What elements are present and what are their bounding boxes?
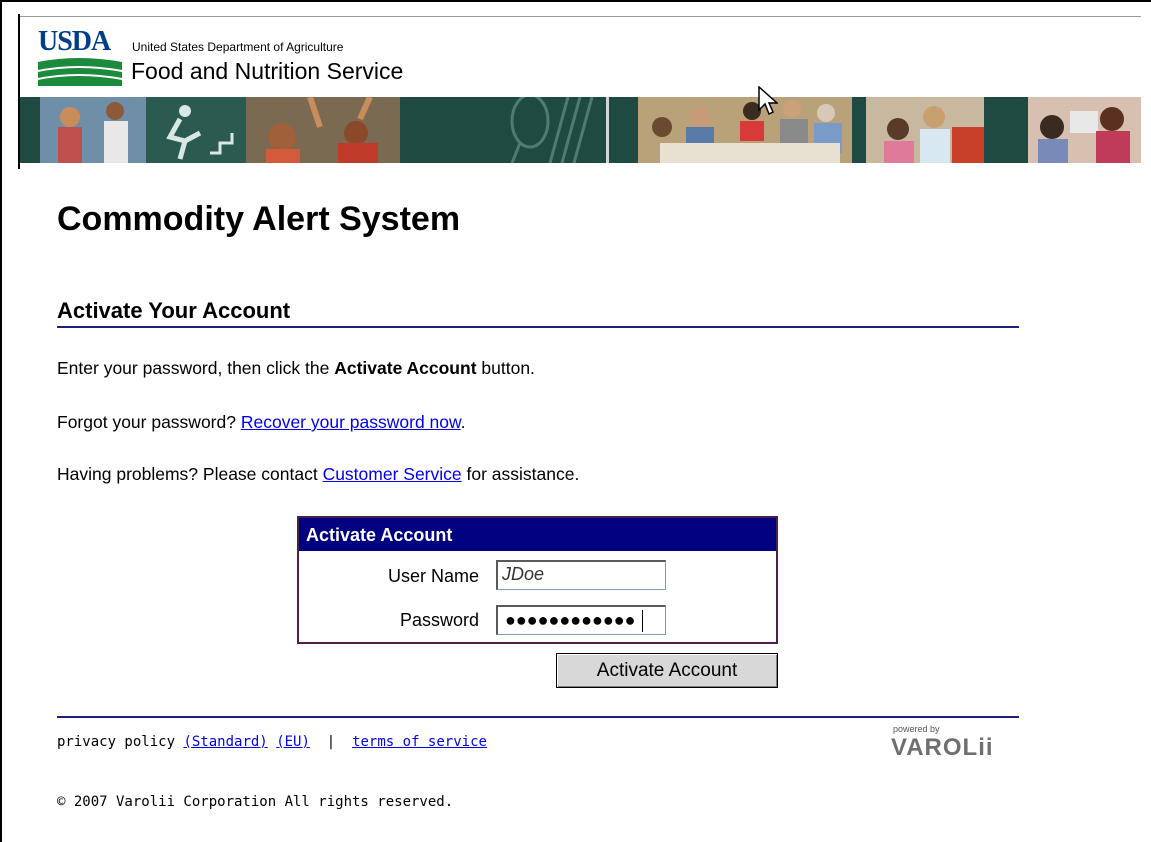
usda-logo-graphic [38,58,122,86]
customer-service-link[interactable]: Customer Service [323,464,462,484]
username-input[interactable]: JDoe [496,560,666,590]
privacy-eu-link[interactable]: (EU) [276,734,310,750]
section-title: Activate Your Account [57,298,291,323]
privacy-standard-link[interactable]: (Standard) [183,734,267,750]
password-mask: ●●●●●●●●●●●● [505,610,636,630]
section-divider [57,326,1019,328]
problems-text: Having problems? Please contact Customer… [57,464,579,485]
usda-logo-text: USDA [38,26,111,57]
banner-photo-strip [20,97,1141,163]
page-title: Commodity Alert System [57,200,461,238]
header-top-rule [20,16,1141,17]
copyright-text: © 2007 Varolii Corporation All rights re… [57,794,454,810]
instruction-emphasis: Activate Account [334,358,477,378]
header-banner [20,97,1141,163]
instruction-prefix: Enter your password, then click the [57,358,335,378]
username-label: User Name [387,566,479,586]
forgot-suffix: . [460,412,466,432]
varolii-logo: VAROLii [891,734,994,761]
problems-suffix: for assistance. [461,464,580,484]
powered-by-label: powered by [893,724,940,734]
text-caret [642,610,643,632]
activate-account-form: Activate Account User Name JDoe Password… [297,516,778,644]
terms-of-service-link[interactable]: terms of service [352,734,487,750]
activate-account-button[interactable]: Activate Account [556,653,778,688]
footer-separator: | [326,734,336,750]
mouse-cursor-icon [758,86,778,116]
password-label: Password [399,610,479,630]
footer-divider [57,716,1019,718]
footer-links: privacy policy (Standard) (EU) | terms o… [57,734,487,750]
problems-prefix: Having problems? Please contact [57,464,323,484]
agency-name: Food and Nutrition Service [131,58,404,84]
password-input[interactable]: ●●●●●●●●●●●● [496,605,666,635]
instruction-text: Enter your password, then click the Acti… [57,358,535,379]
department-name: United States Department of Agriculture [132,40,344,54]
recover-password-link[interactable]: Recover your password now [241,412,461,432]
instruction-suffix: button. [476,358,535,378]
form-title: Activate Account [299,518,776,551]
username-value: JDoe [502,564,545,584]
forgot-password-text: Forgot your password? Recover your passw… [57,412,466,433]
privacy-policy-label: privacy policy [57,734,176,750]
forgot-prefix: Forgot your password? [57,412,241,432]
